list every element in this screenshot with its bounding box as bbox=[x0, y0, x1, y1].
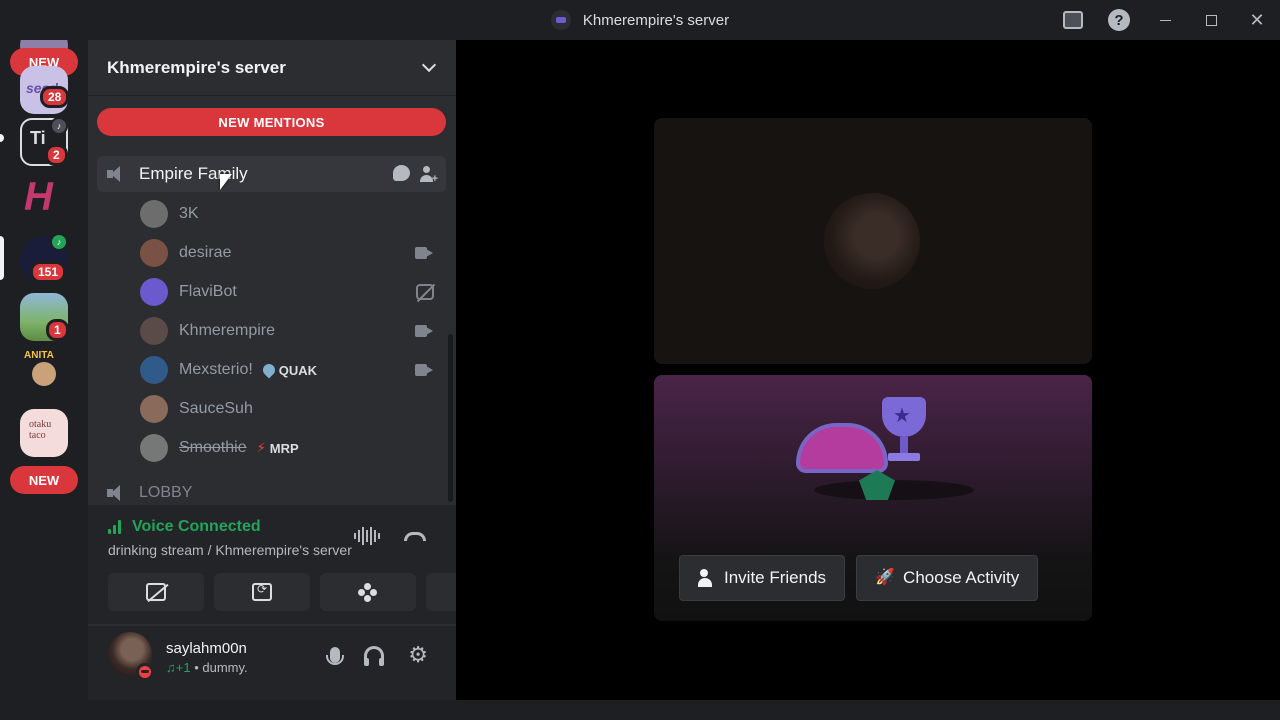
member-khmerempire[interactable]: Khmerempire bbox=[140, 313, 446, 349]
dnd-status-icon bbox=[136, 663, 154, 681]
server-name: Khmerempire's server bbox=[107, 57, 286, 77]
member-saucesuh[interactable]: SauceSuh bbox=[140, 391, 446, 427]
invite-friends-label: Invite Friends bbox=[724, 568, 827, 587]
disconnect-icon[interactable] bbox=[404, 531, 426, 541]
mouse-cursor-icon bbox=[220, 174, 232, 190]
member-name: Khmerempire bbox=[179, 322, 276, 339]
speaker-icon bbox=[107, 484, 127, 502]
avatar bbox=[140, 395, 168, 423]
voice-channel-lobby[interactable]: LOBBY bbox=[107, 484, 192, 502]
server-header[interactable]: Khmerempire's server bbox=[88, 40, 456, 96]
avatar bbox=[140, 200, 168, 228]
unread-badge: 2 bbox=[45, 144, 68, 166]
minimize-icon bbox=[1159, 19, 1171, 21]
activities-icon bbox=[358, 583, 378, 602]
member-3k[interactable]: 3K bbox=[140, 196, 446, 232]
title-bar: Khmerempire's server ? ✕ bbox=[0, 0, 1280, 40]
choose-activity-label: Choose Activity bbox=[903, 568, 1020, 587]
avatar bbox=[140, 356, 168, 384]
unread-indicator bbox=[0, 134, 4, 142]
user-panel: saylahm00n ♫+1 • dummy. ⚙ bbox=[88, 626, 456, 700]
help-icon: ? bbox=[1108, 9, 1130, 31]
voice-channel-empire-family[interactable]: Empire Family + bbox=[97, 156, 446, 192]
member-name: desirae bbox=[179, 244, 232, 261]
server-icon bbox=[550, 10, 571, 30]
maximize-button[interactable] bbox=[1188, 0, 1234, 40]
headphones-icon[interactable] bbox=[364, 646, 385, 666]
signal-strength-icon[interactable] bbox=[108, 520, 126, 534]
username[interactable]: saylahm00n bbox=[166, 640, 247, 657]
bottom-strip bbox=[0, 700, 1280, 720]
close-icon: ✕ bbox=[1249, 9, 1265, 30]
avatar bbox=[140, 317, 168, 345]
screen-share-icon bbox=[252, 582, 272, 601]
inbox-icon bbox=[1063, 11, 1083, 29]
member-mexsterio[interactable]: Mexsterio! QUAK bbox=[140, 352, 446, 388]
camera-off-icon bbox=[146, 583, 166, 601]
member-name: Mexsterio! bbox=[179, 361, 253, 378]
help-button[interactable]: ? bbox=[1096, 0, 1142, 40]
voice-connection-panel: Voice Connected drinking stream / Khmere… bbox=[88, 505, 522, 625]
clan-tag: QUAK bbox=[260, 361, 318, 379]
selected-indicator bbox=[0, 236, 4, 280]
invite-user-icon bbox=[698, 569, 714, 587]
invite-friends-button[interactable]: Invite Friends bbox=[679, 555, 846, 601]
member-name: 3K bbox=[179, 205, 199, 222]
avatar bbox=[140, 239, 168, 267]
inbox-button[interactable] bbox=[1050, 0, 1096, 40]
settings-gear-icon[interactable]: ⚙ bbox=[408, 644, 428, 666]
voice-speaker-icon: ♪ bbox=[50, 233, 68, 251]
clan-tag: ⚡ MRP bbox=[256, 440, 299, 456]
unread-badge: 28 bbox=[40, 86, 70, 108]
add-user-icon[interactable]: + bbox=[420, 165, 438, 185]
maximize-icon bbox=[1205, 14, 1217, 26]
member-name: Smoothie bbox=[179, 439, 247, 456]
noise-suppression-icon[interactable] bbox=[354, 527, 380, 545]
participant-tile[interactable] bbox=[654, 118, 1092, 364]
video-camera-icon bbox=[415, 364, 433, 376]
unread-badge: 151 bbox=[30, 261, 67, 283]
voice-channel-location[interactable]: drinking stream / Khmerempire's server bbox=[108, 542, 352, 558]
member-flavibot[interactable]: FlaviBot bbox=[140, 274, 446, 310]
chat-bubble-icon[interactable] bbox=[393, 165, 410, 181]
minimize-button[interactable] bbox=[1142, 0, 1188, 40]
share-screen-button[interactable] bbox=[214, 573, 310, 611]
sidebar-scrollbar[interactable] bbox=[448, 334, 453, 502]
toggle-camera-button[interactable] bbox=[108, 573, 204, 611]
activity-shelf-card: ★ Invite Friends 🚀 Choose Activity bbox=[654, 375, 1092, 621]
window-title: Khmerempire's server bbox=[582, 11, 730, 29]
member-smoothie[interactable]: Smoothie ⚡ MRP bbox=[140, 430, 446, 466]
speaker-icon bbox=[107, 165, 127, 183]
new-mentions-button[interactable]: NEW MENTIONS bbox=[97, 108, 446, 136]
new-unreads-pill-bottom[interactable]: NEW bbox=[10, 466, 78, 494]
member-desirae[interactable]: desirae bbox=[140, 235, 446, 271]
droplet-icon bbox=[260, 361, 278, 379]
chevron-down-icon bbox=[421, 57, 437, 73]
video-off-icon bbox=[416, 284, 434, 300]
activities-button[interactable] bbox=[320, 573, 416, 611]
server-otaku-taco[interactable]: otaku taco bbox=[20, 409, 68, 457]
voice-status[interactable]: Voice Connected bbox=[132, 518, 261, 536]
member-name: FlaviBot bbox=[179, 283, 237, 300]
server-anita[interactable]: ANITA bbox=[20, 350, 68, 398]
avatar bbox=[140, 434, 168, 462]
close-button[interactable]: ✕ bbox=[1234, 0, 1280, 40]
server-hush[interactable]: H bbox=[20, 174, 68, 222]
participant-avatar bbox=[824, 193, 920, 289]
server-rail: NEW seed 28 Ti ♪ 2 H ♪ 151 1 ANITA otaku… bbox=[0, 40, 88, 700]
voice-channel-label: LOBBY bbox=[139, 484, 193, 501]
user-status: ♫+1 • dummy. bbox=[166, 660, 248, 675]
lightning-icon: ⚡ bbox=[256, 440, 266, 455]
choose-activity-button[interactable]: 🚀 Choose Activity bbox=[856, 555, 1039, 601]
microphone-icon[interactable] bbox=[326, 647, 345, 665]
avatar bbox=[140, 278, 168, 306]
unread-badge: 1 bbox=[46, 319, 69, 341]
rocket-icon: 🚀 bbox=[875, 569, 895, 586]
video-camera-icon bbox=[415, 247, 433, 259]
voice-speaker-icon: ♪ bbox=[50, 117, 68, 135]
voice-stage: ★ Invite Friends 🚀 Choose Activity bbox=[456, 40, 1280, 700]
video-camera-icon bbox=[415, 325, 433, 337]
member-name: SauceSuh bbox=[179, 400, 253, 417]
